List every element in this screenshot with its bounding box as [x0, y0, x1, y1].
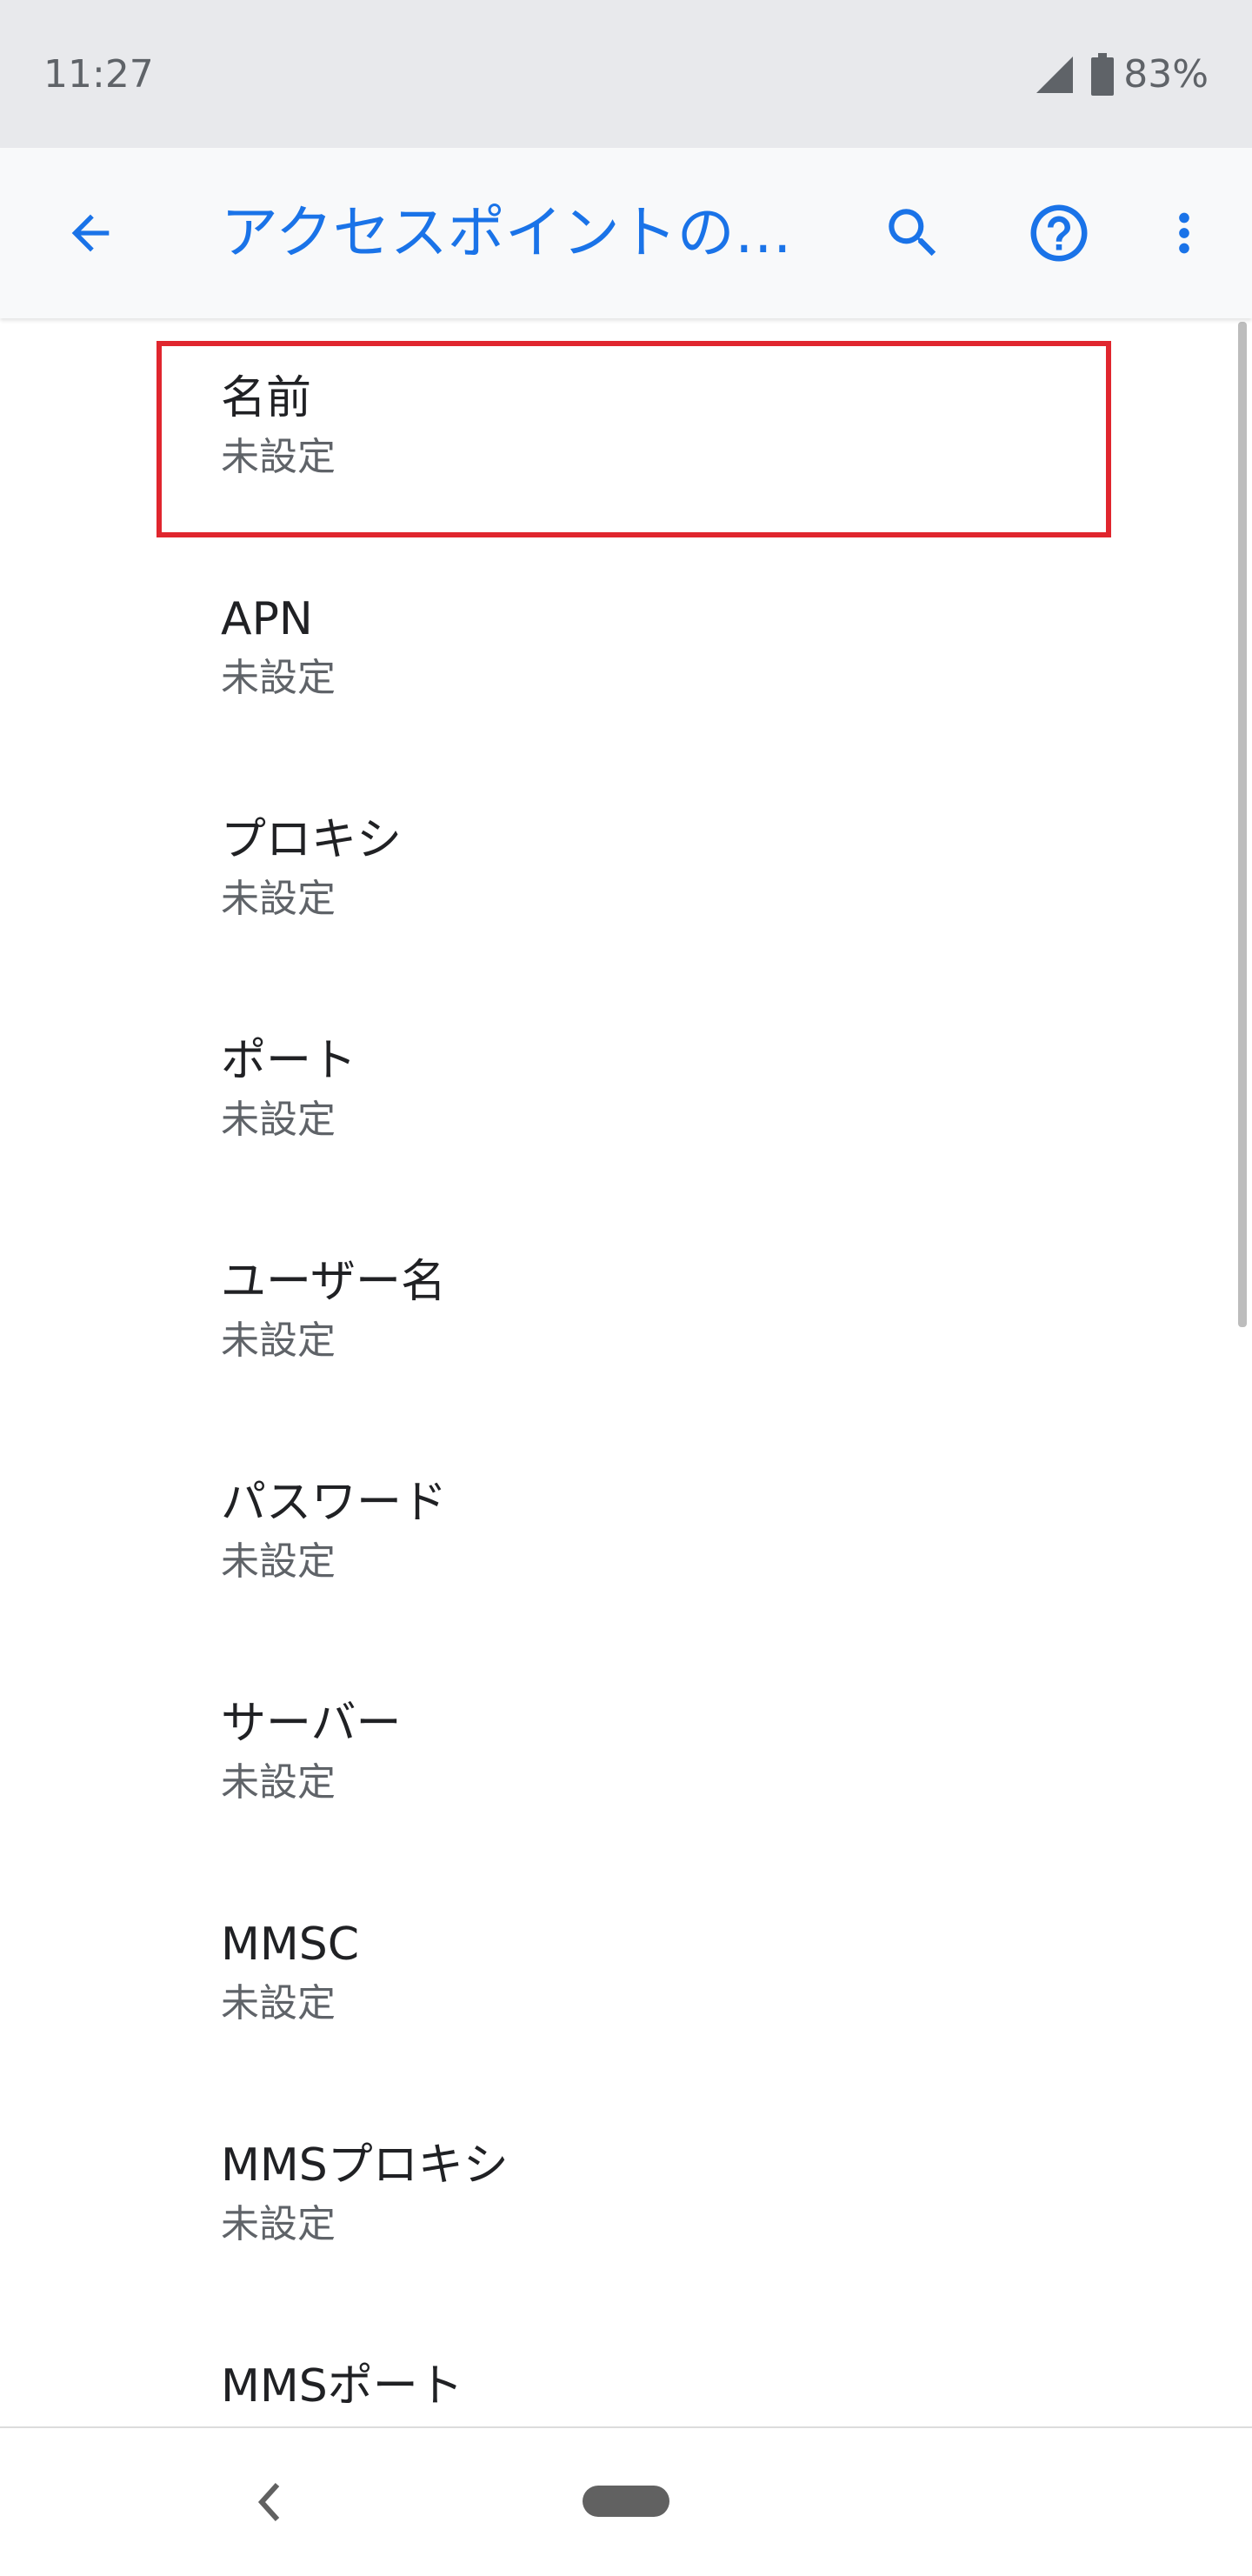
- navigation-bar: [0, 2426, 1252, 2576]
- status-time: 11:27: [43, 52, 154, 97]
- item-title: MMSポート: [221, 2360, 463, 2412]
- battery-percent: 83%: [1123, 52, 1209, 97]
- list-item-port[interactable]: ポート 未設定: [0, 1018, 1252, 1238]
- item-summary: 未設定: [221, 1539, 336, 1584]
- back-arrow-icon: [71, 214, 110, 252]
- item-title: APN: [221, 593, 313, 645]
- search-icon: [889, 209, 936, 257]
- item-summary: 未設定: [221, 1318, 336, 1363]
- list-item-name[interactable]: 名前 未設定: [0, 355, 1252, 576]
- item-summary: 未設定: [221, 1981, 336, 2025]
- item-summary: 未設定: [221, 877, 336, 921]
- help-icon: [1030, 204, 1088, 262]
- item-summary: 未設定: [221, 656, 336, 700]
- more-vert-icon: [1179, 212, 1189, 254]
- more-options-button[interactable]: [1141, 190, 1228, 277]
- status-icons: 83%: [1035, 50, 1209, 99]
- item-title: ポート: [221, 1035, 357, 1087]
- list-item-mmsc[interactable]: MMSC 未設定: [0, 1901, 1252, 2122]
- app-bar: アクセスポイントの…: [0, 148, 1252, 318]
- home-pill-icon[interactable]: [583, 2486, 669, 2517]
- item-summary: 未設定: [221, 1098, 336, 1142]
- nav-back-button[interactable]: [240, 2463, 301, 2541]
- help-button[interactable]: [1016, 190, 1102, 277]
- item-title: プロキシ: [221, 814, 403, 866]
- list-item-proxy[interactable]: プロキシ 未設定: [0, 797, 1252, 1018]
- scrollbar[interactable]: [1238, 322, 1247, 1327]
- back-button[interactable]: [49, 191, 132, 275]
- item-title: MMSプロキシ: [221, 2139, 509, 2192]
- status-bar: 11:27 83%: [0, 0, 1252, 148]
- item-title: 名前: [221, 372, 312, 424]
- item-title: サーバー: [221, 1698, 402, 1750]
- list-item-password[interactable]: パスワード 未設定: [0, 1459, 1252, 1680]
- list-item-username[interactable]: ユーザー名 未設定: [0, 1238, 1252, 1459]
- item-title: パスワード: [221, 1477, 448, 1529]
- list-item-apn[interactable]: APN 未設定: [0, 576, 1252, 797]
- nav-back-icon: [257, 2482, 280, 2522]
- item-title: ユーザー名: [221, 1256, 446, 1308]
- list-item-server[interactable]: サーバー 未設定: [0, 1680, 1252, 1901]
- item-summary: 未設定: [221, 1760, 336, 1805]
- page-title: アクセスポイントの…: [221, 199, 792, 266]
- battery-icon: [1091, 53, 1115, 96]
- item-summary: 未設定: [221, 2202, 336, 2246]
- item-title: MMSC: [221, 1919, 360, 1971]
- apn-settings-list: 名前 未設定 APN 未設定 プロキシ 未設定 ポート 未設定 ユーザー名 未設…: [0, 318, 1252, 2564]
- item-summary: 未設定: [221, 435, 336, 479]
- signal-icon: [1036, 57, 1074, 93]
- search-button[interactable]: [869, 190, 956, 277]
- list-item-mms-proxy[interactable]: MMSプロキシ 未設定: [0, 2122, 1252, 2343]
